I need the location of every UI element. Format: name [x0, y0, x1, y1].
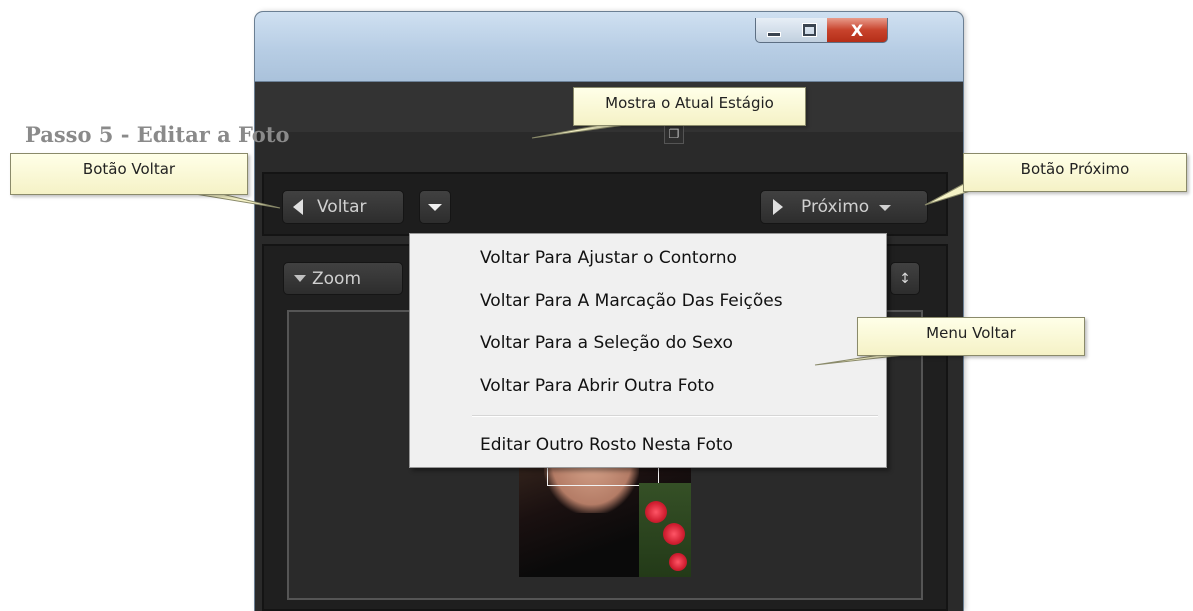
- callout-next-button: Botão Próximo: [963, 153, 1187, 192]
- callout-back-menu: Menu Voltar: [857, 317, 1085, 356]
- callout-current-stage: Mostra o Atual Estágio: [573, 87, 806, 126]
- callout-back-button: Botão Voltar: [10, 153, 248, 195]
